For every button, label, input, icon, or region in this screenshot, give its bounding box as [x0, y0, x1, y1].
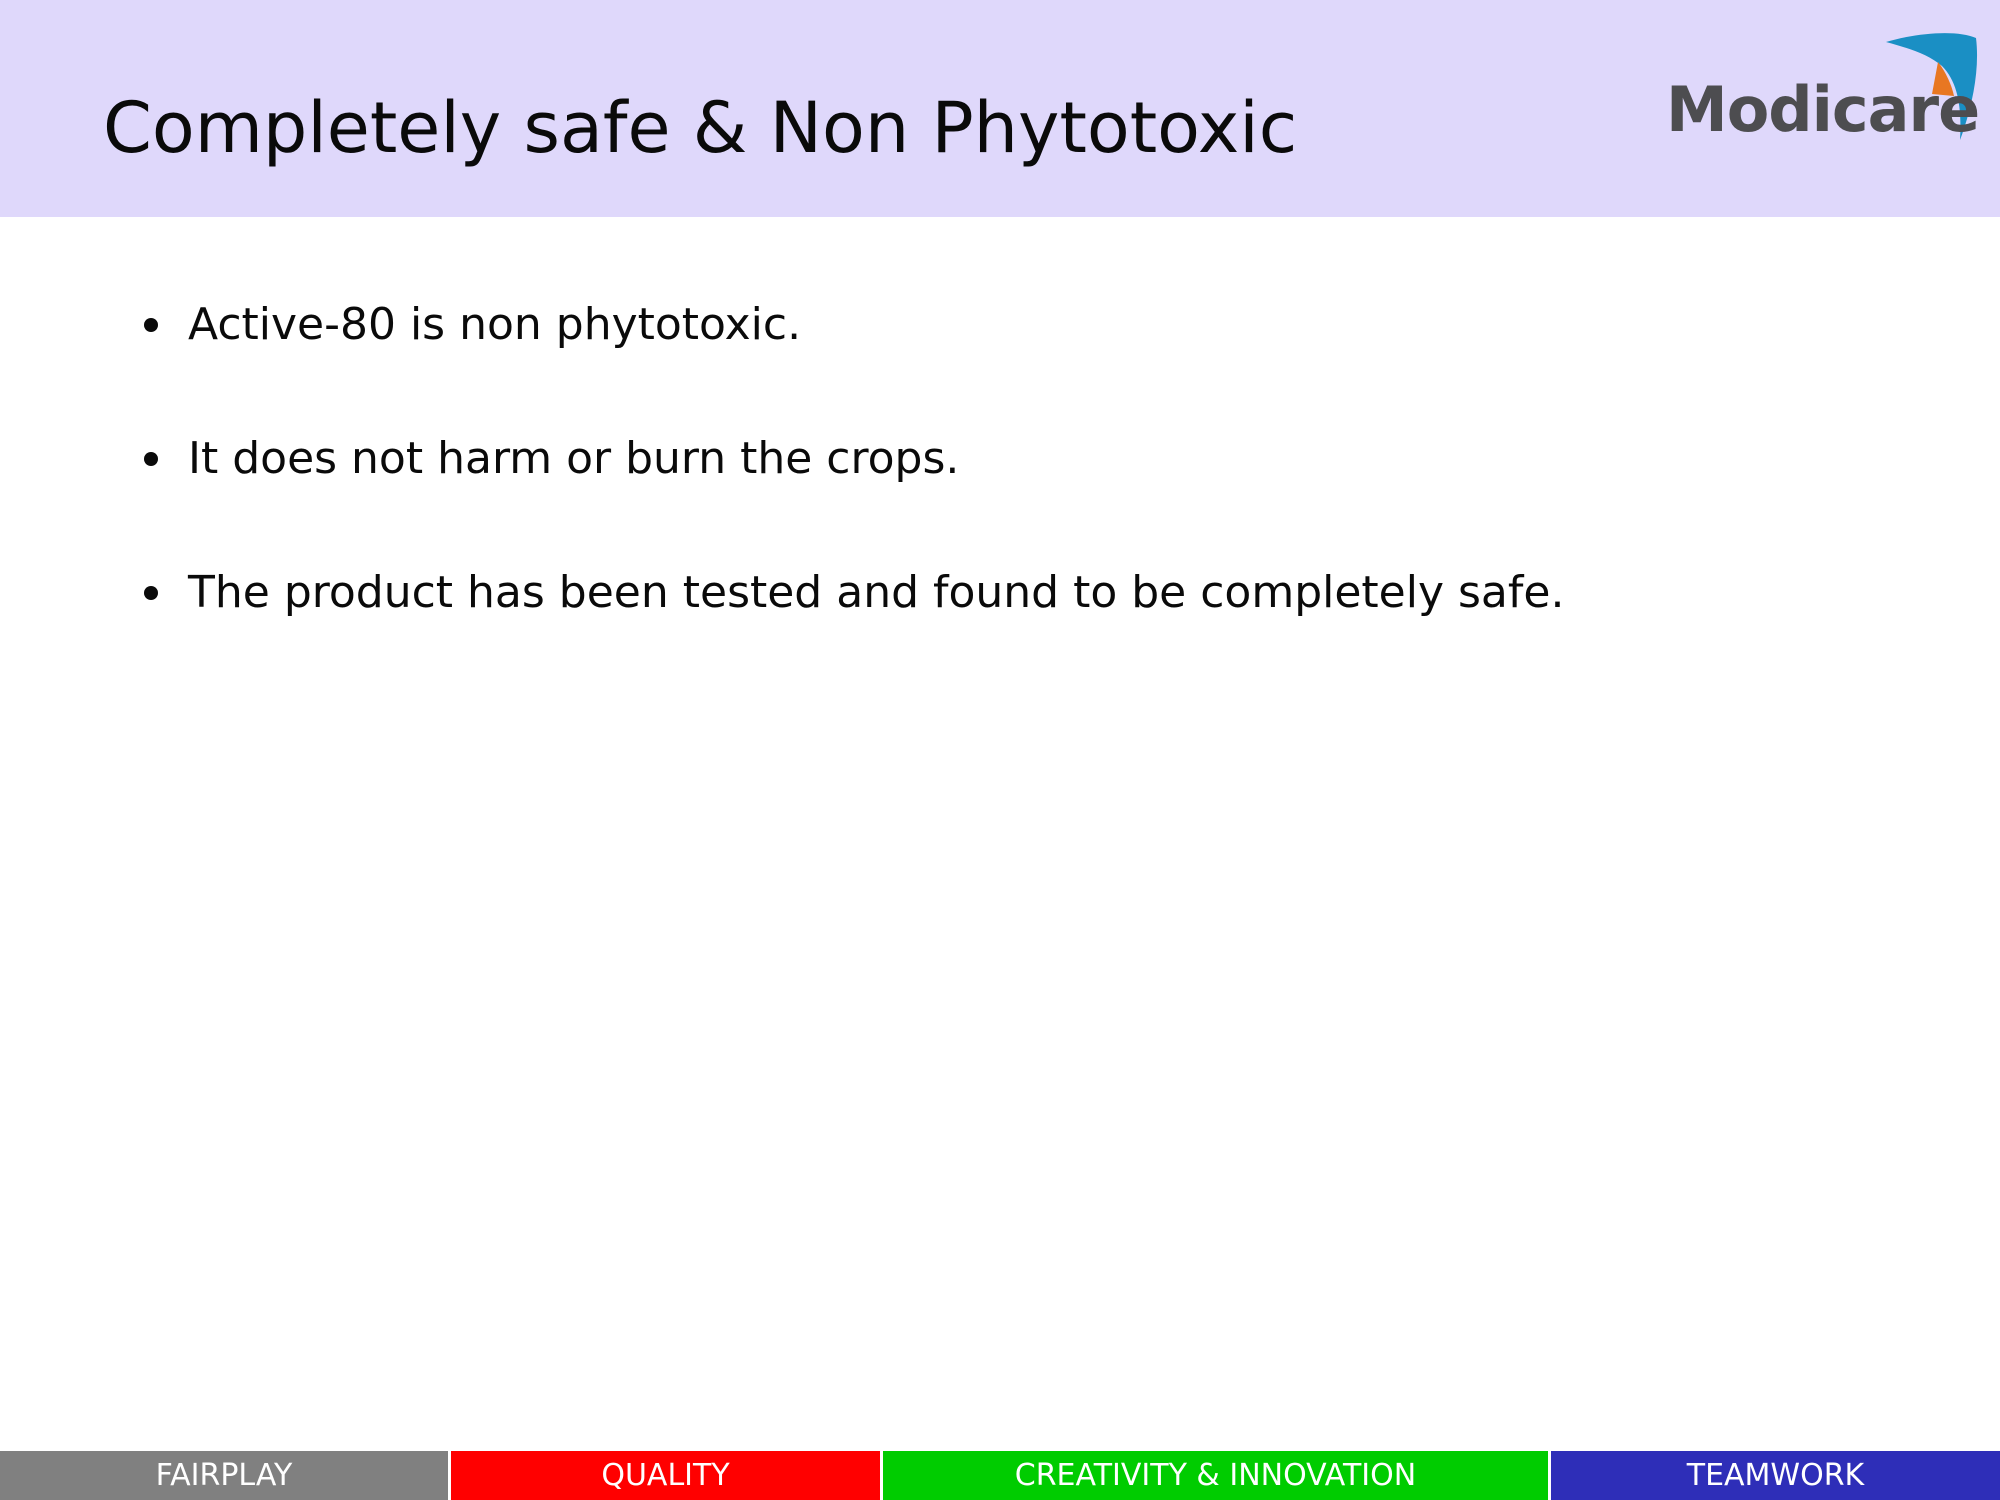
- bullet-text: Active-80 is non phytotoxic.: [188, 299, 802, 350]
- footer-teamwork: TEAMWORK: [1551, 1451, 2000, 1500]
- slide: Completely safe & Non Phytotoxic Modicar…: [0, 0, 2000, 1500]
- title-banner: Completely safe & Non Phytotoxic Modicar…: [0, 0, 2000, 217]
- footer-creativity-innovation: CREATIVITY & INNOVATION: [883, 1451, 1551, 1500]
- bullet-text: The product has been tested and found to…: [188, 567, 1565, 618]
- logo-wordmark: Modicare: [1666, 73, 1980, 146]
- footer-quality: QUALITY: [451, 1451, 883, 1500]
- values-footer: FAIRPLAY QUALITY CREATIVITY & INNOVATION…: [0, 1451, 2000, 1500]
- slide-title: Completely safe & Non Phytotoxic: [103, 87, 1298, 169]
- bullet-dot-icon: [144, 318, 158, 332]
- bullet-text: It does not harm or burn the crops.: [188, 433, 960, 484]
- footer-fairplay: FAIRPLAY: [0, 1451, 451, 1500]
- modicare-logo: Modicare: [1660, 30, 1980, 150]
- bullet-dot-icon: [144, 586, 158, 600]
- bullet-dot-icon: [144, 452, 158, 466]
